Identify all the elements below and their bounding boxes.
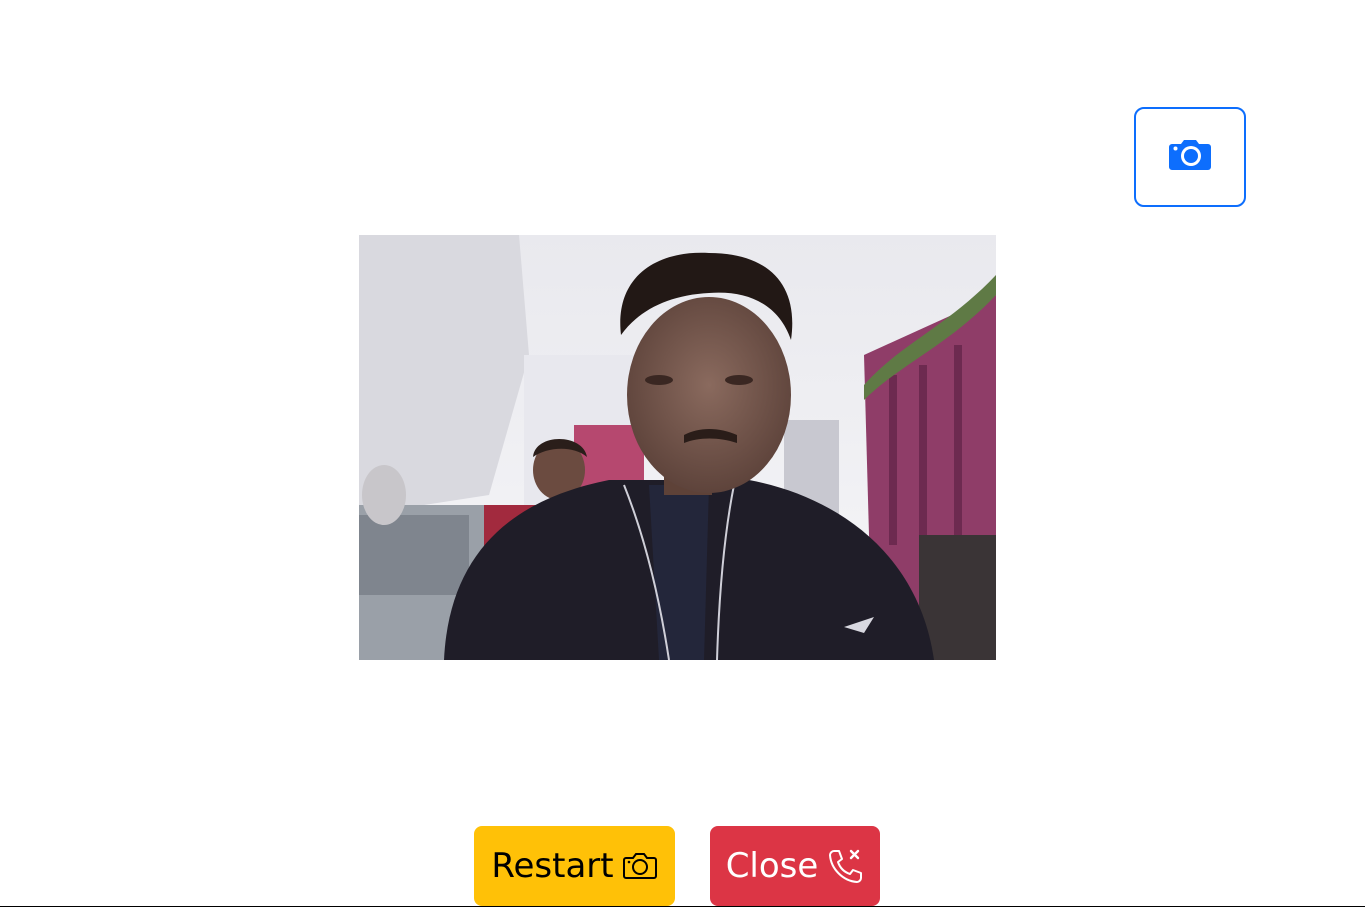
capture-photo-button[interactable] <box>1134 107 1246 207</box>
camera-outline-icon <box>622 852 658 880</box>
restart-label: Restart <box>491 846 614 886</box>
webcam-page: Restart Close <box>0 0 1365 915</box>
close-label: Close <box>725 846 819 886</box>
webcam-video-feed <box>359 235 996 660</box>
restart-button[interactable]: Restart <box>474 826 675 906</box>
close-button[interactable]: Close <box>710 826 880 906</box>
bottom-divider <box>0 906 1365 907</box>
phone-x-icon <box>826 847 864 885</box>
camera-fill-icon <box>1168 138 1212 176</box>
